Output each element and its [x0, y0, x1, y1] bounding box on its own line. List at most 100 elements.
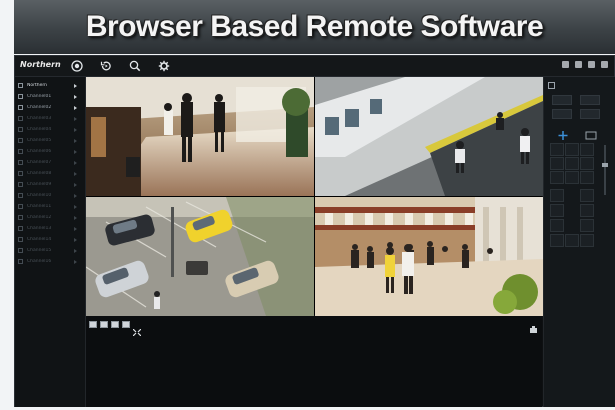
layout-1x1-button[interactable] [89, 321, 97, 328]
sidebar-item-channel08[interactable]: Channel08 [15, 169, 85, 178]
ptz-left-button[interactable] [550, 157, 564, 170]
channel-checkbox[interactable] [18, 149, 23, 154]
help-icon[interactable] [601, 61, 608, 68]
sidebar-item-channel12[interactable]: Channel12 [15, 213, 85, 222]
sidebar-item-channel07[interactable]: Channel07 [15, 158, 85, 167]
channel-checkbox[interactable] [18, 237, 23, 242]
fullscreen-icon[interactable] [132, 321, 142, 337]
play-arrow-icon[interactable] [74, 138, 77, 143]
sidebar-item-channel01[interactable]: Channel01 [15, 92, 85, 101]
sidebar-item-channel09[interactable]: Channel09 [15, 180, 85, 189]
ptz-up-button[interactable] [565, 143, 579, 156]
play-arrow-icon[interactable] [74, 127, 77, 132]
sidebar-item-channel10[interactable]: Channel10 [15, 191, 85, 200]
channel-checkbox[interactable] [18, 215, 23, 220]
channel-checkbox[interactable] [18, 226, 23, 231]
play-arrow-icon[interactable] [74, 160, 77, 165]
ptz-down-button[interactable] [565, 171, 579, 184]
sidebar-item-channel04[interactable]: Channel04 [15, 125, 85, 134]
ptz-up-right-button[interactable] [580, 143, 594, 156]
play-arrow-icon[interactable] [74, 259, 77, 264]
play-arrow-icon[interactable] [74, 171, 77, 176]
top-toolbar: Northern [15, 56, 614, 77]
playback-icon[interactable] [98, 58, 114, 74]
nvr-web-client: Northern Northern Channel01 Channel02 Ch… [14, 55, 615, 407]
ptz-down-right-button[interactable] [580, 171, 594, 184]
device-root-item[interactable]: Northern [15, 81, 85, 90]
play-arrow-icon[interactable] [74, 226, 77, 231]
ptz-iris-open-button[interactable] [550, 219, 564, 232]
channel-checkbox[interactable] [18, 204, 23, 209]
ptz-track-button[interactable] [552, 109, 572, 119]
play-arrow-icon[interactable] [74, 83, 77, 88]
layout-4x4-button[interactable] [122, 321, 130, 328]
ptz-focus-far-button[interactable] [580, 204, 594, 217]
sidebar-item-channel02[interactable]: Channel02 [15, 103, 85, 112]
settings-icon[interactable] [156, 58, 172, 74]
channel-checkbox[interactable] [18, 248, 23, 253]
layout-3x3-button[interactable] [111, 321, 119, 328]
channel-checkbox[interactable] [18, 193, 23, 198]
play-arrow-icon[interactable] [74, 149, 77, 154]
ptz-zoom-in-button[interactable] [550, 189, 564, 202]
sidebar-item-channel15[interactable]: Channel15 [15, 246, 85, 255]
play-arrow-icon[interactable] [74, 94, 77, 99]
user-icon[interactable] [575, 61, 582, 68]
channel-checkbox[interactable] [18, 182, 23, 187]
camera-tile-parking-lot[interactable] [86, 197, 314, 316]
camera-tile-subway-platform[interactable] [315, 77, 543, 196]
ptz-move-icon[interactable] [556, 125, 570, 140]
ptz-auto-button[interactable] [580, 234, 594, 247]
ptz-down-left-button[interactable] [550, 171, 564, 184]
layout-2x2-button[interactable] [100, 321, 108, 328]
channel-checkbox[interactable] [18, 94, 23, 99]
ptz-speed-knob[interactable] [602, 163, 608, 167]
play-arrow-icon[interactable] [74, 237, 77, 242]
ptz-scan-button[interactable] [580, 109, 600, 119]
channel-checkbox[interactable] [18, 138, 23, 143]
play-arrow-icon[interactable] [74, 248, 77, 253]
channel-checkbox[interactable] [18, 105, 23, 110]
ptz-cruise-button[interactable] [580, 95, 600, 105]
ptz-center-button[interactable] [565, 157, 579, 170]
sidebar-item-channel16[interactable]: Channel16 [15, 257, 85, 266]
ptz-up-left-button[interactable] [550, 143, 564, 156]
camera-tile-atrium-crowd[interactable] [315, 197, 543, 316]
sidebar-item-channel14[interactable]: Channel14 [15, 235, 85, 244]
device-checkbox[interactable] [18, 83, 23, 88]
snapshot-icon[interactable] [529, 319, 538, 333]
ptz-preset-button[interactable] [552, 95, 572, 105]
play-arrow-icon[interactable] [74, 182, 77, 187]
ptz-wiper-button[interactable] [565, 234, 579, 247]
sidebar-item-channel06[interactable]: Channel06 [15, 147, 85, 156]
banner-title: Browser Based Remote Software [85, 10, 544, 43]
play-arrow-icon[interactable] [74, 193, 77, 198]
ptz-control-panel [543, 77, 615, 407]
search-icon[interactable] [127, 58, 143, 74]
ptz-right-button[interactable] [580, 157, 594, 170]
channel-checkbox[interactable] [18, 116, 23, 121]
sidebar-item-channel13[interactable]: Channel13 [15, 224, 85, 233]
ptz-zoom-out-button[interactable] [580, 189, 594, 202]
channel-checkbox[interactable] [18, 171, 23, 176]
play-arrow-icon[interactable] [74, 215, 77, 220]
ptz-light-button[interactable] [550, 234, 564, 247]
ptz-iris-close-button[interactable] [580, 219, 594, 232]
channel-checkbox[interactable] [18, 160, 23, 165]
alarm-icon[interactable] [562, 61, 569, 68]
play-arrow-icon[interactable] [74, 105, 77, 110]
ptz-focus-near-button[interactable] [550, 204, 564, 217]
ptz-image-icon[interactable] [584, 125, 598, 140]
logout-icon[interactable] [588, 61, 595, 68]
play-arrow-icon[interactable] [74, 116, 77, 121]
sidebar-item-channel05[interactable]: Channel05 [15, 136, 85, 145]
live-view-icon[interactable] [69, 58, 85, 74]
sidebar-item-channel11[interactable]: Channel11 [15, 202, 85, 211]
channel-checkbox[interactable] [18, 259, 23, 264]
sidebar-item-channel03[interactable]: Channel03 [15, 114, 85, 123]
playback-control-bar [86, 316, 542, 407]
play-arrow-icon[interactable] [74, 204, 77, 209]
camera-tile-mall-walkway[interactable] [86, 77, 314, 196]
ptz-speed-slider[interactable] [602, 145, 608, 195]
channel-checkbox[interactable] [18, 127, 23, 132]
